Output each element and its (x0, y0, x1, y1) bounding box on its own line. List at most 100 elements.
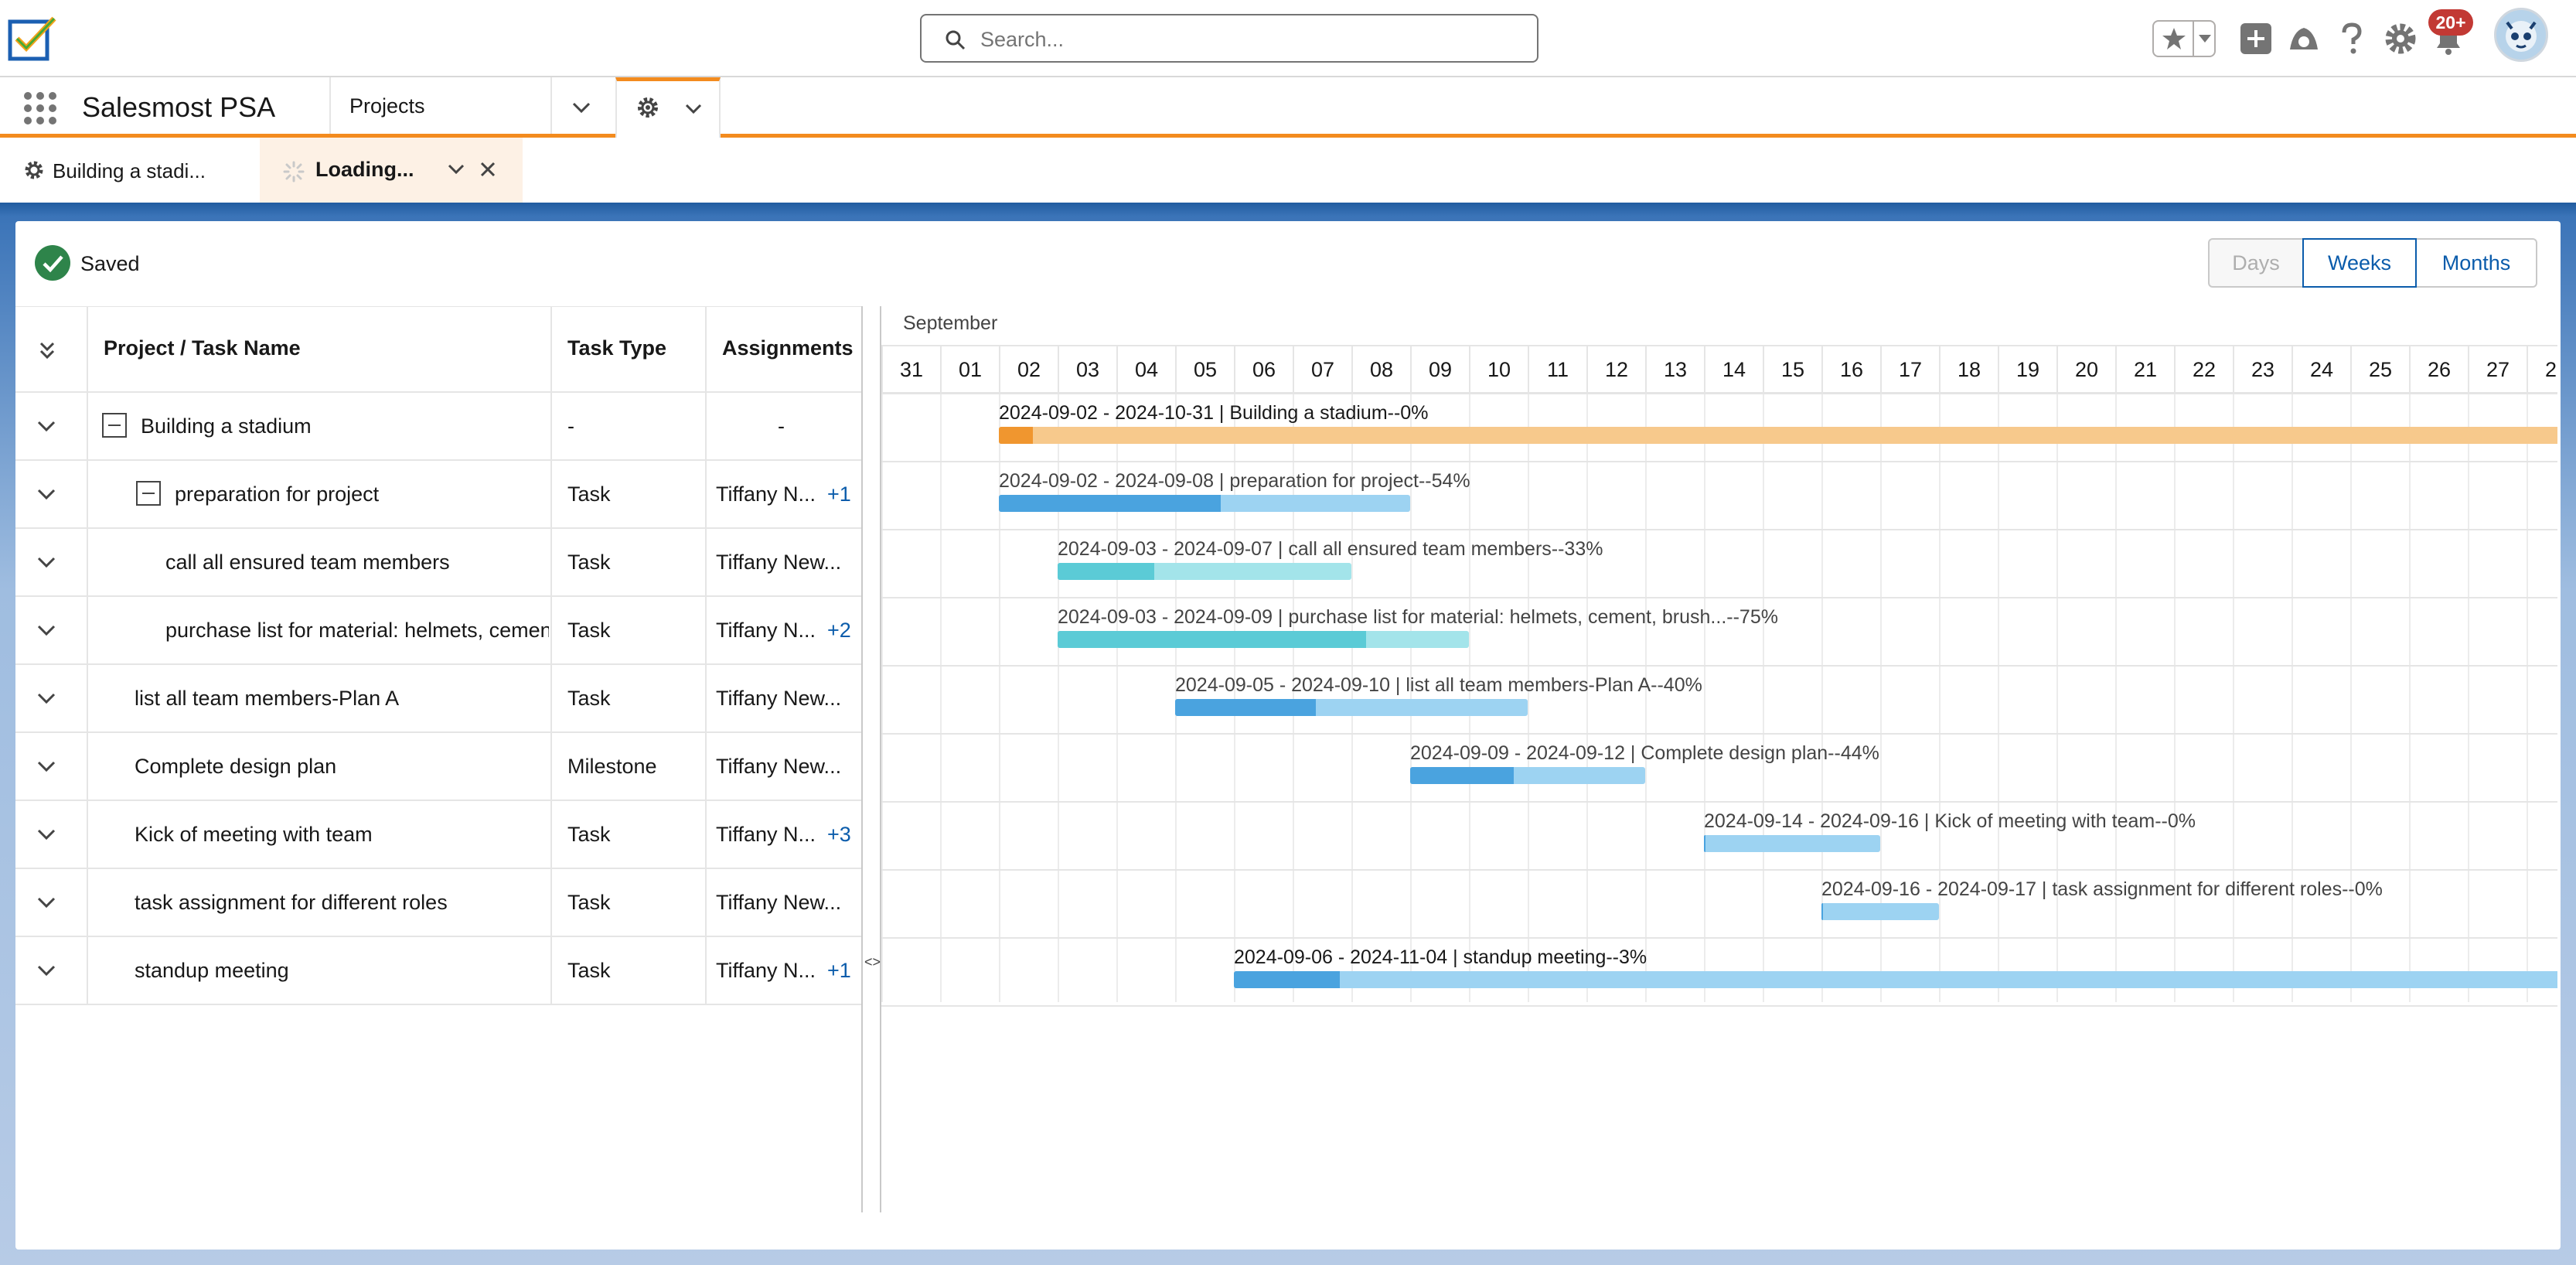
gantt-bar[interactable] (1234, 971, 2557, 988)
task-name[interactable]: Building a stadium (141, 414, 549, 438)
task-name[interactable]: task assignment for different roles (135, 891, 549, 915)
chevron-down-icon[interactable] (36, 963, 57, 979)
task-type: Milestone (567, 755, 657, 778)
gantt-bar[interactable] (1704, 835, 1880, 852)
days-view-button[interactable]: Days (2208, 238, 2304, 288)
success-check-icon (35, 245, 70, 281)
day-gridline (881, 393, 883, 1002)
task-assignment[interactable]: Tiffany New... (716, 891, 849, 915)
collapse-toggle-icon[interactable] (102, 413, 127, 438)
timeline-day: 05 (1175, 346, 1234, 393)
chevron-down-icon[interactable] (36, 623, 57, 639)
gantt-row-divider (881, 665, 2557, 667)
chevron-down-icon[interactable] (36, 895, 57, 911)
nav-tab-active[interactable] (615, 77, 721, 139)
timeline-day: 13 (1645, 346, 1704, 393)
resize-handle-icon[interactable]: <> (864, 954, 881, 970)
table-row[interactable]: task assignment for different roles Task T… (15, 869, 863, 937)
app-logo-icon[interactable] (8, 14, 60, 62)
day-gridline (1939, 393, 1941, 1002)
caret-down-icon[interactable] (2197, 32, 2213, 45)
trailhead-icon[interactable] (2285, 20, 2322, 57)
gantt-bar-progress (1058, 631, 1366, 648)
gantt-bar[interactable] (1058, 631, 1469, 648)
grid-gantt-splitter[interactable] (861, 306, 881, 1212)
table-row[interactable]: call all ensured team members Task Tiffany… (15, 529, 863, 597)
column-header-assignments[interactable]: Assignments (722, 336, 854, 360)
chevron-down-icon[interactable] (683, 101, 704, 117)
months-view-button[interactable]: Months (2415, 238, 2537, 288)
gantt-bar[interactable] (1058, 563, 1351, 580)
task-name[interactable]: standup meeting (135, 959, 549, 983)
task-assignment[interactable]: Tiffany New... (716, 687, 849, 711)
gantt-row-divider (881, 461, 2557, 462)
collapse-toggle-icon[interactable] (136, 481, 161, 506)
table-row[interactable]: Kick of meeting with team Task Tiffany N..… (15, 801, 863, 869)
chevron-down-icon[interactable] (36, 827, 57, 843)
chevron-down-icon[interactable] (36, 487, 57, 503)
table-row[interactable]: purchase list for material: helmets, cem… (15, 597, 863, 665)
nav-divider (550, 77, 552, 134)
workspace-tabs: Building a stadi... Loading... (0, 138, 2576, 203)
column-header-name[interactable]: Project / Task Name (104, 336, 301, 360)
gantt-bar-label: 2024-09-06 - 2024-11-04 | standup meetin… (1234, 946, 1647, 968)
notification-count-badge[interactable]: 20+ (2428, 9, 2473, 36)
chevron-down-icon[interactable] (36, 691, 57, 707)
gantt-bar[interactable] (1175, 699, 1528, 716)
view-scale-toggle: Days Weeks Months (2208, 238, 2537, 288)
user-avatar[interactable] (2494, 8, 2548, 62)
chevron-down-icon[interactable] (36, 419, 57, 435)
chevron-down-icon[interactable] (36, 555, 57, 571)
gantt-bar[interactable] (1410, 767, 1645, 784)
table-row[interactable]: preparation for project Task Tiffany N... +… (15, 461, 863, 529)
favorites-button-group[interactable] (2152, 20, 2216, 57)
table-row[interactable]: Building a stadium - - (15, 393, 863, 461)
task-name[interactable]: Kick of meeting with team (135, 823, 549, 847)
timeline-day: 24 (2291, 346, 2350, 393)
global-search[interactable]: Search... (920, 14, 1538, 63)
gantt-bar[interactable] (999, 495, 1410, 512)
collapse-all-icon[interactable] (39, 341, 56, 361)
task-assignment[interactable]: Tiffany New... (716, 551, 849, 575)
task-assignment[interactable]: Tiffany New... (716, 755, 849, 779)
table-row[interactable]: standup meeting Task Tiffany N... +1 (15, 937, 863, 1005)
day-gridline (2233, 393, 2234, 1002)
task-name[interactable]: preparation for project (175, 482, 549, 506)
add-icon[interactable] (2239, 20, 2273, 57)
gantt-bar[interactable] (999, 427, 2557, 444)
task-name[interactable]: list all team members-Plan A (135, 687, 549, 711)
timeline-day: 21 (2115, 346, 2174, 393)
additional-assignees-count[interactable]: +3 (827, 823, 851, 847)
task-assignment[interactable]: Tiffany N... (716, 823, 824, 847)
column-header-task-type[interactable]: Task Type (567, 336, 666, 360)
task-assignment[interactable]: Tiffany N... (716, 482, 824, 506)
star-icon[interactable] (2160, 25, 2188, 53)
chevron-down-icon[interactable] (571, 99, 592, 116)
table-row[interactable]: list all team members-Plan A Task Tiffany … (15, 665, 863, 733)
task-name[interactable]: call all ensured team members (165, 551, 549, 575)
additional-assignees-count[interactable]: +1 (827, 482, 851, 506)
close-icon[interactable] (479, 161, 496, 178)
nav-item-projects[interactable]: Projects (349, 94, 425, 118)
task-assignment[interactable]: Tiffany N... (716, 619, 824, 643)
gantt-row-divider (881, 937, 2557, 939)
setup-gear-icon[interactable] (2383, 20, 2418, 57)
gear-icon (638, 97, 658, 118)
workspace-tab-loading[interactable]: Loading... (260, 138, 523, 203)
task-name[interactable]: Complete design plan (135, 755, 549, 779)
search-input[interactable]: Search... (980, 28, 1064, 52)
chevron-down-icon[interactable] (36, 759, 57, 775)
workspace-tab-building-stadium[interactable]: Building a stadi... (0, 138, 260, 203)
app-launcher-waffle-icon[interactable] (23, 91, 57, 125)
gantt-bar[interactable] (1821, 903, 1939, 920)
timeline-day: 12 (1586, 346, 1645, 393)
task-assignment[interactable]: Tiffany N... (716, 959, 824, 983)
weeks-view-button[interactable]: Weeks (2302, 238, 2417, 288)
chevron-down-icon[interactable] (447, 162, 465, 176)
additional-assignees-count[interactable]: +1 (827, 959, 851, 983)
table-row[interactable]: Complete design plan Milestone Tiffany New… (15, 733, 863, 801)
help-icon[interactable] (2336, 20, 2367, 57)
task-name[interactable]: purchase list for material: helmets, cem… (165, 619, 549, 643)
additional-assignees-count[interactable]: +2 (827, 619, 851, 643)
timeline-day: 03 (1058, 346, 1116, 393)
